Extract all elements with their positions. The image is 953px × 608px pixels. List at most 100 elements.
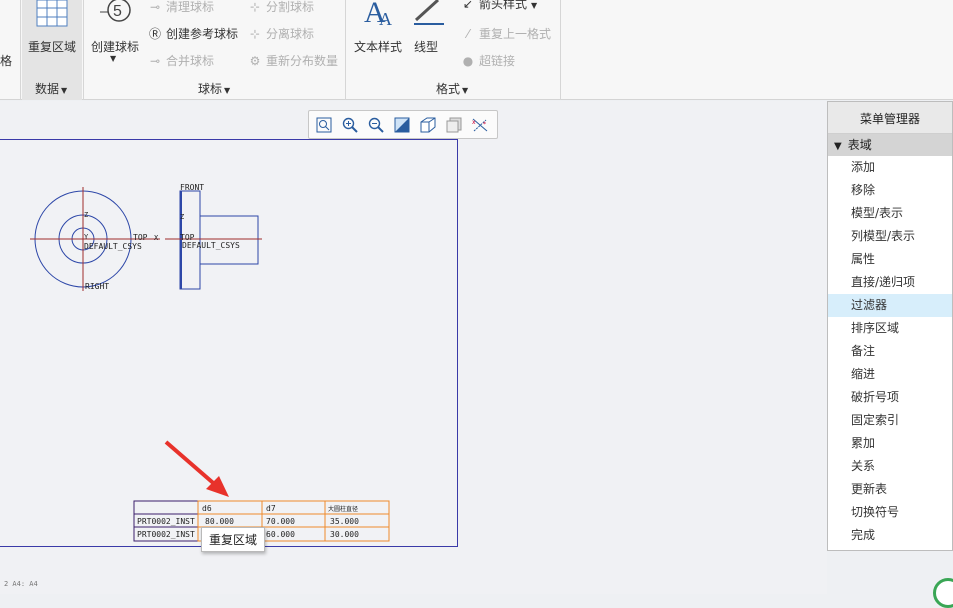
x-axis-label: X <box>154 234 159 242</box>
balloon-icon: 5 <box>100 0 131 22</box>
repaint-icon[interactable] <box>393 116 411 134</box>
table-grid-icon <box>36 0 68 27</box>
y-axis-label: Y <box>84 233 89 241</box>
merge-balloon-button[interactable]: ⊸ 合并球标 <box>148 52 214 69</box>
create-balloon-label[interactable]: 创建球标 <box>91 38 139 55</box>
menu-manager: 菜单管理器 ▼ 表域 添加 移除 模型/表示 列模型/表示 属性 直接/递归项 过滤器 排序区域… <box>827 101 953 551</box>
split-balloon-button[interactable]: ⊹ 分割球标 <box>248 0 314 15</box>
line-style-button[interactable] <box>412 0 446 29</box>
menu-item[interactable]: 添加 <box>828 156 952 179</box>
menu-section-header[interactable]: ▼ 表域 <box>828 134 952 156</box>
table-cell: 70.000 <box>266 517 295 526</box>
datum-display-icon[interactable]: x * <box>471 116 489 134</box>
zoom-in-icon[interactable] <box>341 116 359 134</box>
repeat-region-button[interactable] <box>36 0 68 31</box>
menu-item[interactable]: 固定索引 <box>828 409 952 432</box>
line-style-icon <box>414 0 444 25</box>
table-cell: 80.000 <box>205 517 234 526</box>
create-balloon-button[interactable]: 5 <box>100 0 134 29</box>
table-cell: 60.000 <box>266 530 295 539</box>
format-group-label[interactable]: 格式 ▼ <box>436 80 468 97</box>
table-header-cell: 大圆柱直径 <box>328 505 358 513</box>
ribbon: 格 重复区域 数据 ▼ 5 创建球标 ▼ ⊸ 清理球标 Ⓡ 创建参考球标 ⊸ 合并球标 … <box>0 0 953 100</box>
menu-manager-title: 菜单管理器 <box>828 102 952 134</box>
table-cell: PRT0002_INST <box>137 517 195 526</box>
detach-balloon-button[interactable]: ⊹ 分离球标 <box>248 25 314 42</box>
menu-item[interactable]: 备注 <box>828 340 952 363</box>
text-style-icon: A A <box>364 0 392 29</box>
status-text: 2 A4: A4 <box>4 580 38 588</box>
tooltip: 重复区域 <box>201 527 266 552</box>
repeat-region-label[interactable]: 重复区域 <box>28 38 76 55</box>
table-cell: 35.000 <box>330 517 359 526</box>
create-ref-balloon-button[interactable]: Ⓡ 创建参考球标 <box>148 25 238 42</box>
merge-icon: ⊸ <box>149 54 161 68</box>
menu-item[interactable]: 模型/表示 <box>828 202 952 225</box>
front-plane-label: FRONT <box>180 183 204 192</box>
table-header-cell: d6 <box>202 504 212 513</box>
partial-label: 格 <box>0 54 13 68</box>
line-style-label[interactable]: 线型 <box>414 38 438 55</box>
separator <box>83 0 84 100</box>
sheets-icon[interactable] <box>445 116 463 134</box>
ref-balloon-icon: Ⓡ <box>148 27 161 41</box>
menu-item[interactable]: 列模型/表示 <box>828 225 952 248</box>
repeat-format-icon: ⁄ <box>466 27 469 41</box>
annotation-arrow <box>164 440 229 497</box>
top-plane-label: TOP <box>133 233 148 242</box>
menu-item[interactable]: 切换符号 <box>828 501 952 524</box>
csys-label: DEFAULT_CSYS <box>84 242 142 251</box>
refit-icon[interactable] <box>315 116 333 134</box>
data-group-label[interactable]: 数据 ▼ <box>35 80 67 97</box>
caret-down-icon: ▼ <box>61 86 68 95</box>
menu-item[interactable]: 缩进 <box>828 363 952 386</box>
menu-item[interactable]: 累加 <box>828 432 952 455</box>
z-axis-label: Z <box>84 211 88 219</box>
caret-down-icon: ▼ <box>224 86 231 95</box>
svg-text:*: * <box>483 121 486 128</box>
menu-item[interactable]: 过滤器 <box>828 294 952 317</box>
status-indicator-icon <box>933 578 953 608</box>
menu-item[interactable]: 移除 <box>828 179 952 202</box>
display-style-icon[interactable] <box>419 116 437 134</box>
menu-item[interactable]: 属性 <box>828 248 952 271</box>
menu-item[interactable]: 排序区域 <box>828 317 952 340</box>
menu-item[interactable]: 更新表 <box>828 478 952 501</box>
view-toolbar: x * <box>308 110 498 139</box>
separator <box>20 0 21 100</box>
triangle-down-icon: ▼ <box>834 141 842 152</box>
menu-item[interactable]: 破折号项 <box>828 386 952 409</box>
caret-down-icon: ▼ <box>531 1 538 10</box>
separator <box>345 0 346 100</box>
hyperlink-icon: ● <box>462 54 474 68</box>
csys-label: DEFAULT_CSYS <box>182 241 240 250</box>
menu-item[interactable]: 完成 <box>828 524 952 547</box>
svg-text:5: 5 <box>113 3 122 20</box>
arrow-style-button[interactable]: ↙ 箭头样式 ▼ <box>461 0 537 12</box>
right-plane-label: RIGHT <box>85 282 109 291</box>
text-style-label[interactable]: 文本样式 <box>354 38 402 55</box>
menu-item[interactable]: 直接/递归项 <box>828 271 952 294</box>
menu-items: 添加 移除 模型/表示 列模型/表示 属性 直接/递归项 过滤器 排序区域 备注 缩进 破折号项 固定… <box>828 156 952 550</box>
z-axis-label: Z <box>180 213 184 221</box>
svg-text:A: A <box>379 9 392 28</box>
redistribute-icon: ⚙ <box>249 54 261 68</box>
hyperlink-button[interactable]: ● 超链接 <box>461 52 515 69</box>
split-icon: ⊹ <box>249 0 261 14</box>
detach-icon: ⊹ <box>249 27 261 41</box>
repeat-last-format-button[interactable]: ⁄ 重复上一格式 <box>461 25 551 42</box>
clear-balloon-button[interactable]: ⊸ 清理球标 <box>148 0 214 15</box>
drawing-views: Z Y DEFAULT_CSYS RIGHT TOP X FRONT Z TOP… <box>30 183 390 542</box>
arrow-style-icon: ↙ <box>462 0 474 11</box>
caret-down-icon: ▼ <box>462 86 469 95</box>
zoom-out-icon[interactable] <box>367 116 385 134</box>
separator <box>560 0 561 100</box>
redistribute-button[interactable]: ⚙ 重新分布数量 <box>248 52 338 69</box>
table-cell: 30.000 <box>330 530 359 539</box>
balloon-group-label[interactable]: 球标 ▼ <box>198 80 230 97</box>
menu-item[interactable]: 关系 <box>828 455 952 478</box>
table-cell: PRT0002_INST <box>137 530 195 539</box>
caret-down-icon[interactable]: ▼ <box>110 54 116 63</box>
text-style-button[interactable]: A A <box>364 0 396 31</box>
clear-icon: ⊸ <box>149 0 161 14</box>
